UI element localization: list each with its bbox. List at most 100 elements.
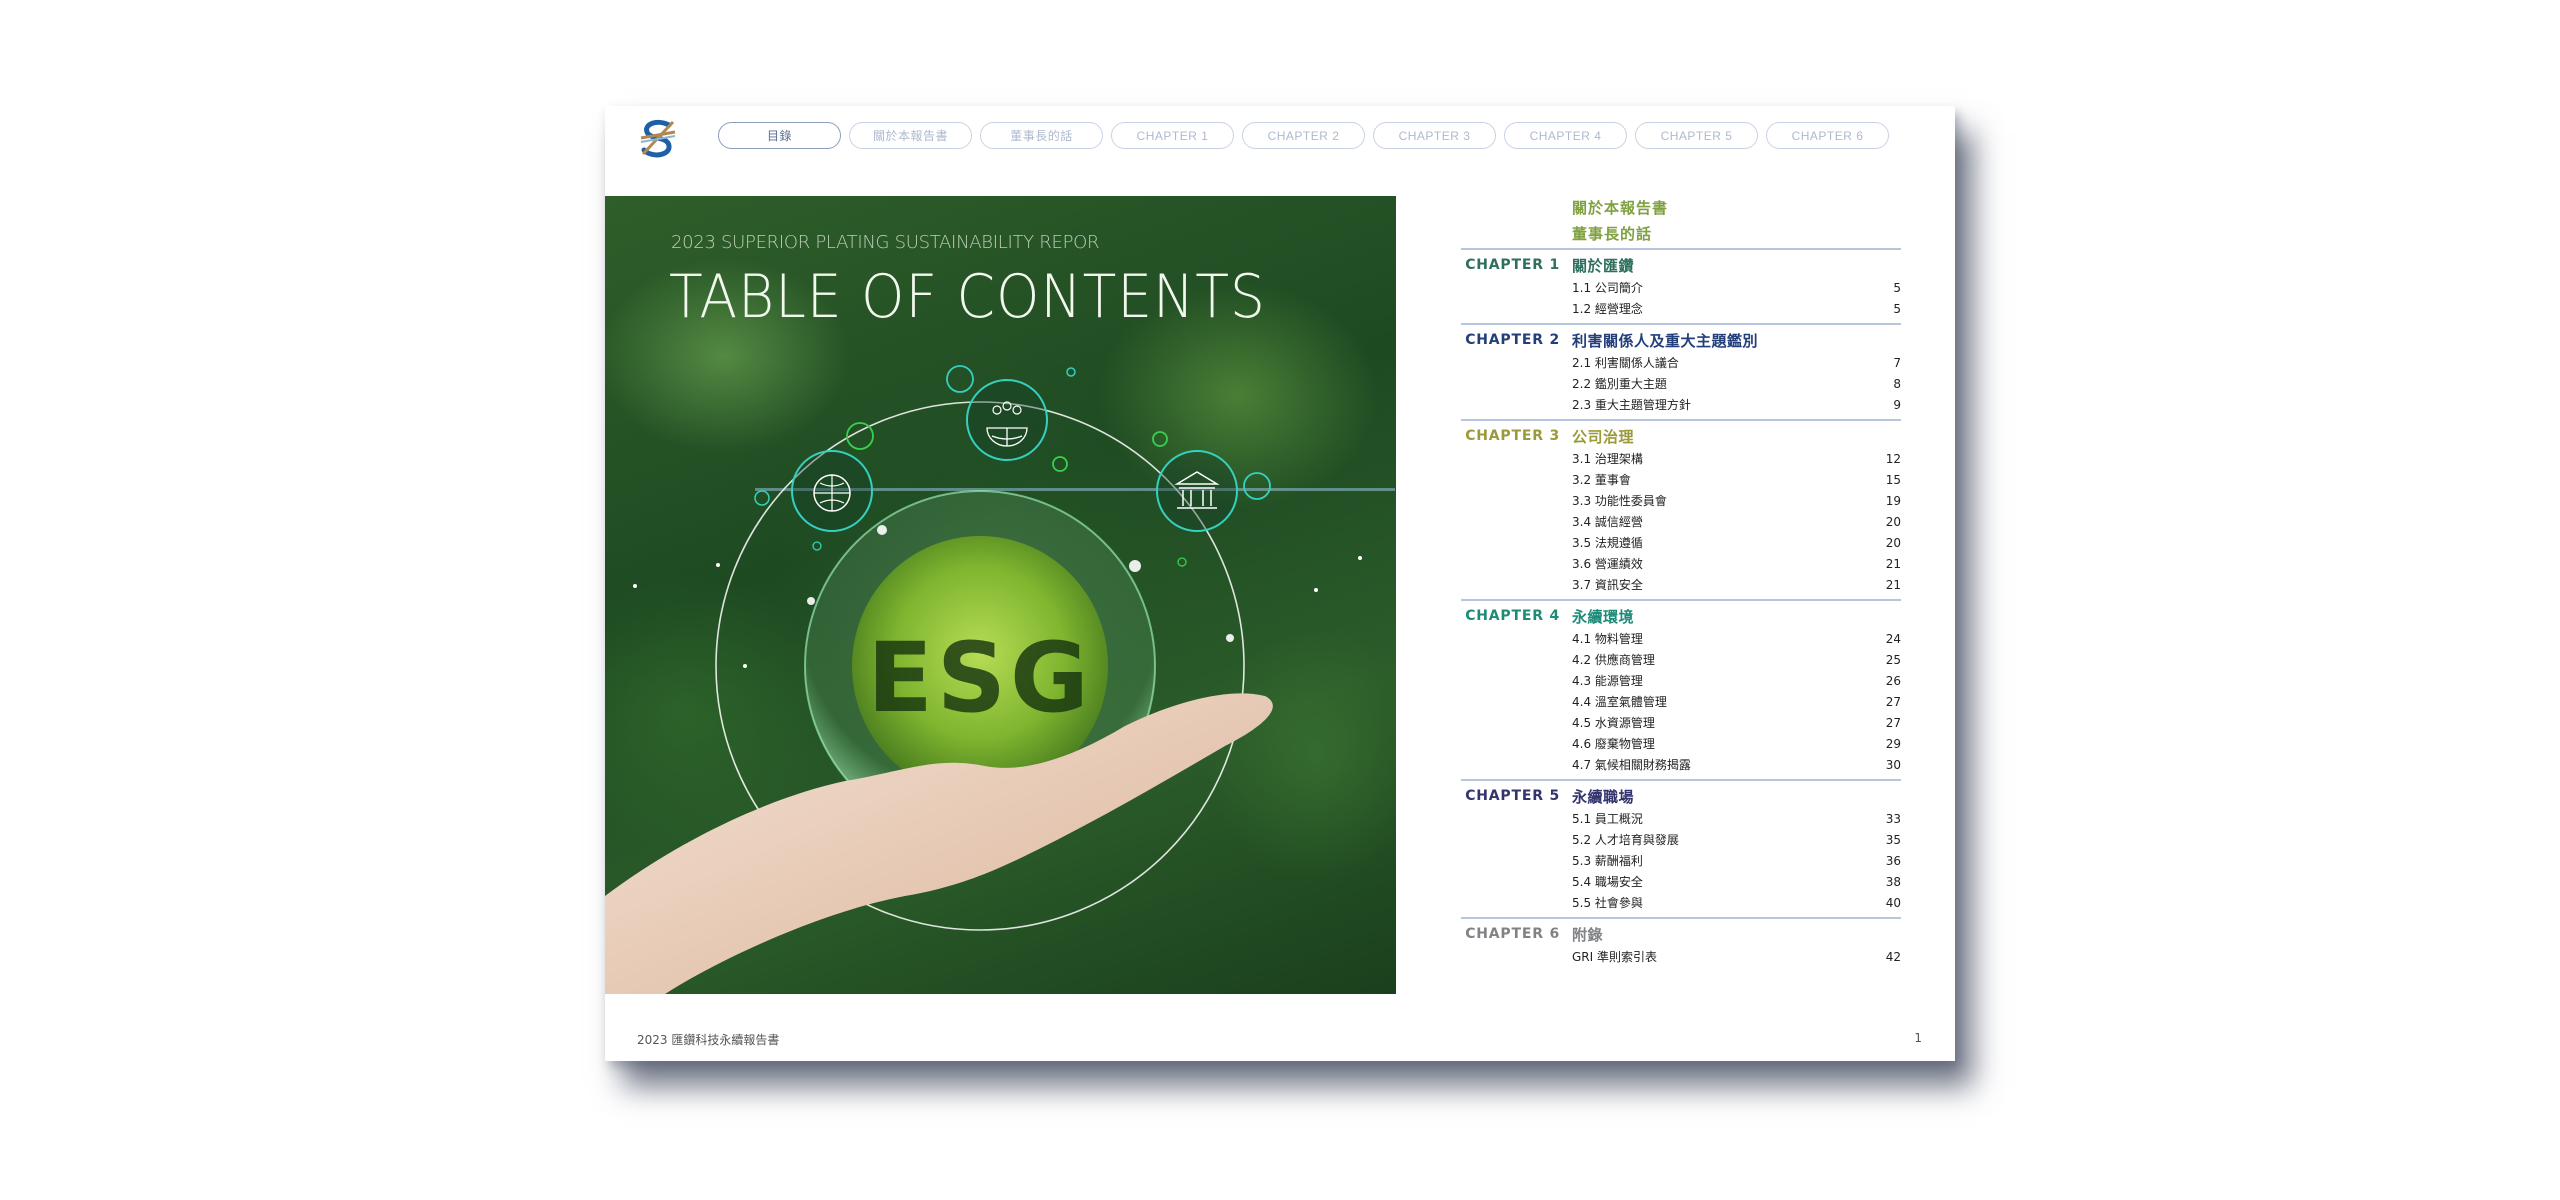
toc-entry-title: 3.2 董事會 <box>1572 473 1631 487</box>
toc-entry-page: 20 <box>1885 535 1901 550</box>
tab-chapter-6[interactable]: CHAPTER 6 <box>1766 122 1889 149</box>
page-title: TABLE OF CONTENTS <box>669 262 1266 332</box>
toc-entry-title: 4.4 溫室氣體管理 <box>1572 695 1667 709</box>
company-logo[interactable] <box>635 116 681 162</box>
chapter-title: 關於匯鑽 <box>1572 256 1635 275</box>
toc-entry-page: 26 <box>1885 673 1901 688</box>
tab-chapter-2[interactable]: CHAPTER 2 <box>1242 122 1365 149</box>
toc-entry[interactable]: 4.7 氣候相關財務揭露 30 <box>1461 754 1901 775</box>
toc-entry-page: 5 <box>1893 280 1901 295</box>
toc-entry[interactable]: GRI 準則索引表 42 <box>1461 946 1901 967</box>
toc-entry-title: 2.3 重大主題管理方針 <box>1572 398 1691 412</box>
people-globe-icon <box>966 379 1048 461</box>
toc-entry[interactable]: 4.2 供應商管理 25 <box>1461 649 1901 670</box>
toc-chapter-6: CHAPTER 6 附錄 GRI 準則索引表 42 <box>1461 917 1901 971</box>
chapter-title: 利害關係人及重大主題鑑別 <box>1572 331 1759 350</box>
toc-entry-title: 2.2 鑑別重大主題 <box>1572 377 1667 391</box>
toc-entry-title: 3.7 資訊安全 <box>1572 578 1643 592</box>
tab-chapter-1[interactable]: CHAPTER 1 <box>1111 122 1234 149</box>
toc-link-chairman-message[interactable]: 董事長的話 <box>1572 222 1901 248</box>
toc-entry[interactable]: 3.6 營運績效 21 <box>1461 553 1901 574</box>
toc-entry-page: 5 <box>1893 301 1901 316</box>
toc-chapter-3: CHAPTER 3 公司治理 3.1 治理架構 12 3.2 董事會 15 3.3 功能性委… <box>1461 419 1901 599</box>
toc-entry[interactable]: 5.2 人才培育與發展 35 <box>1461 829 1901 850</box>
toc-entry-page: 15 <box>1885 472 1901 487</box>
tab-chairman-message[interactable]: 董事長的話 <box>980 122 1103 149</box>
chapter-title: 公司治理 <box>1572 427 1635 446</box>
toc-entry[interactable]: 3.1 治理架構 12 <box>1461 448 1901 469</box>
toc-entry-title: 5.4 職場安全 <box>1572 875 1643 889</box>
toc-entry[interactable]: 5.5 社會參與 40 <box>1461 892 1901 913</box>
toc-entry-page: 7 <box>1893 355 1901 370</box>
chapter-label: CHAPTER 6 <box>1465 926 1560 942</box>
tab-chapter-3[interactable]: CHAPTER 3 <box>1373 122 1496 149</box>
toc-entry-title: 5.3 薪酬福利 <box>1572 854 1643 868</box>
toc-entry[interactable]: 2.1 利害關係人議合 7 <box>1461 352 1901 373</box>
toc-entry-page: 21 <box>1885 577 1901 592</box>
tab-contents[interactable]: 目錄 <box>718 122 841 149</box>
toc-entry-title: 1.1 公司簡介 <box>1572 281 1643 295</box>
tab-about-report[interactable]: 關於本報告書 <box>849 122 972 149</box>
toc-entry-title: 3.4 誠信經營 <box>1572 515 1643 529</box>
toc-entry[interactable]: 4.6 廢棄物管理 29 <box>1461 733 1901 754</box>
toc-entry-title: 3.1 治理架構 <box>1572 452 1643 466</box>
table-of-contents: 關於本報告書 董事長的話 CHAPTER 1 關於匯鑽 1.1 公司簡介 5 1.2 經… <box>1461 196 1901 971</box>
toc-entry-page: 21 <box>1885 556 1901 571</box>
toc-entry-page: 38 <box>1885 874 1901 889</box>
toc-chapter-heading[interactable]: CHAPTER 2 利害關係人及重大主題鑑別 <box>1461 328 1901 352</box>
toc-chapter-2: CHAPTER 2 利害關係人及重大主題鑑別 2.1 利害關係人議合 7 2.2 鑑別重… <box>1461 323 1901 419</box>
toc-entry-page: 9 <box>1893 397 1901 412</box>
toc-entry[interactable]: 3.4 誠信經營 20 <box>1461 511 1901 532</box>
footer-report-title: 2023 匯鑽科技永續報告書 <box>637 1033 780 1047</box>
toc-entry-page: 35 <box>1885 832 1901 847</box>
toc-entry[interactable]: 5.1 員工概況 33 <box>1461 808 1901 829</box>
toc-entry-title: 4.3 能源管理 <box>1572 674 1643 688</box>
toc-entry-title: 4.1 物料管理 <box>1572 632 1643 646</box>
chapter-title: 永續職場 <box>1572 787 1635 806</box>
toc-entry-page: 27 <box>1885 694 1901 709</box>
toc-entry[interactable]: 4.3 能源管理 26 <box>1461 670 1901 691</box>
toc-entry[interactable]: 3.5 法規遵循 20 <box>1461 532 1901 553</box>
toc-entry-page: 20 <box>1885 514 1901 529</box>
toc-entry-page: 25 <box>1885 652 1901 667</box>
toc-entry-page: 42 <box>1885 949 1901 964</box>
toc-chapter-heading[interactable]: CHAPTER 6 附錄 <box>1461 922 1901 946</box>
tab-chapter-4[interactable]: CHAPTER 4 <box>1504 122 1627 149</box>
toc-entry-title: GRI 準則索引表 <box>1572 950 1657 964</box>
toc-entry-title: 5.5 社會參與 <box>1572 896 1643 910</box>
toc-entry[interactable]: 2.3 重大主題管理方針 9 <box>1461 394 1901 415</box>
cover-image: ESG 2023 SUPERIOR PLATING SUSTAINABILITY… <box>605 196 1396 994</box>
toc-entry[interactable]: 5.4 職場安全 38 <box>1461 871 1901 892</box>
report-page: 目錄 關於本報告書 董事長的話 CHAPTER 1 CHAPTER 2 CHAP… <box>605 106 1955 1061</box>
toc-entry[interactable]: 4.1 物料管理 24 <box>1461 628 1901 649</box>
toc-chapter-heading[interactable]: CHAPTER 5 永續職場 <box>1461 784 1901 808</box>
chapter-label: CHAPTER 3 <box>1465 428 1560 444</box>
toc-link-about-report[interactable]: 關於本報告書 <box>1572 196 1901 222</box>
toc-entry[interactable]: 1.2 經營理念 5 <box>1461 298 1901 319</box>
toc-chapter-heading[interactable]: CHAPTER 4 永續環境 <box>1461 604 1901 628</box>
toc-entry-title: 4.6 廢棄物管理 <box>1572 737 1655 751</box>
toc-preface: 關於本報告書 董事長的話 <box>1461 196 1901 248</box>
toc-entry[interactable]: 3.7 資訊安全 21 <box>1461 574 1901 595</box>
toc-entry-title: 3.3 功能性委員會 <box>1572 494 1667 508</box>
chapter-label: CHAPTER 2 <box>1465 332 1560 348</box>
toc-entry[interactable]: 1.1 公司簡介 5 <box>1461 277 1901 298</box>
toc-entry-page: 24 <box>1885 631 1901 646</box>
toc-entry-title: 5.1 員工概況 <box>1572 812 1643 826</box>
toc-entry-title: 4.7 氣候相關財務揭露 <box>1572 758 1691 772</box>
report-subtitle: 2023 SUPERIOR PLATING SUSTAINABILITY REP… <box>671 232 1100 253</box>
toc-entry[interactable]: 5.3 薪酬福利 36 <box>1461 850 1901 871</box>
toc-entry[interactable]: 3.2 董事會 15 <box>1461 469 1901 490</box>
toc-entry-page: 40 <box>1885 895 1901 910</box>
toc-entry[interactable]: 4.4 溫室氣體管理 27 <box>1461 691 1901 712</box>
toc-chapter-heading[interactable]: CHAPTER 3 公司治理 <box>1461 424 1901 448</box>
tab-chapter-5[interactable]: CHAPTER 5 <box>1635 122 1758 149</box>
toc-chapter-heading[interactable]: CHAPTER 1 關於匯鑽 <box>1461 253 1901 277</box>
toc-entry-page: 12 <box>1885 451 1901 466</box>
toc-entry[interactable]: 2.2 鑑別重大主題 8 <box>1461 373 1901 394</box>
chapter-title: 附錄 <box>1572 925 1604 944</box>
toc-entry-page: 8 <box>1893 376 1901 391</box>
toc-entry[interactable]: 3.3 功能性委員會 19 <box>1461 490 1901 511</box>
page-number: 1 <box>1914 1031 1922 1045</box>
toc-entry[interactable]: 4.5 水資源管理 27 <box>1461 712 1901 733</box>
